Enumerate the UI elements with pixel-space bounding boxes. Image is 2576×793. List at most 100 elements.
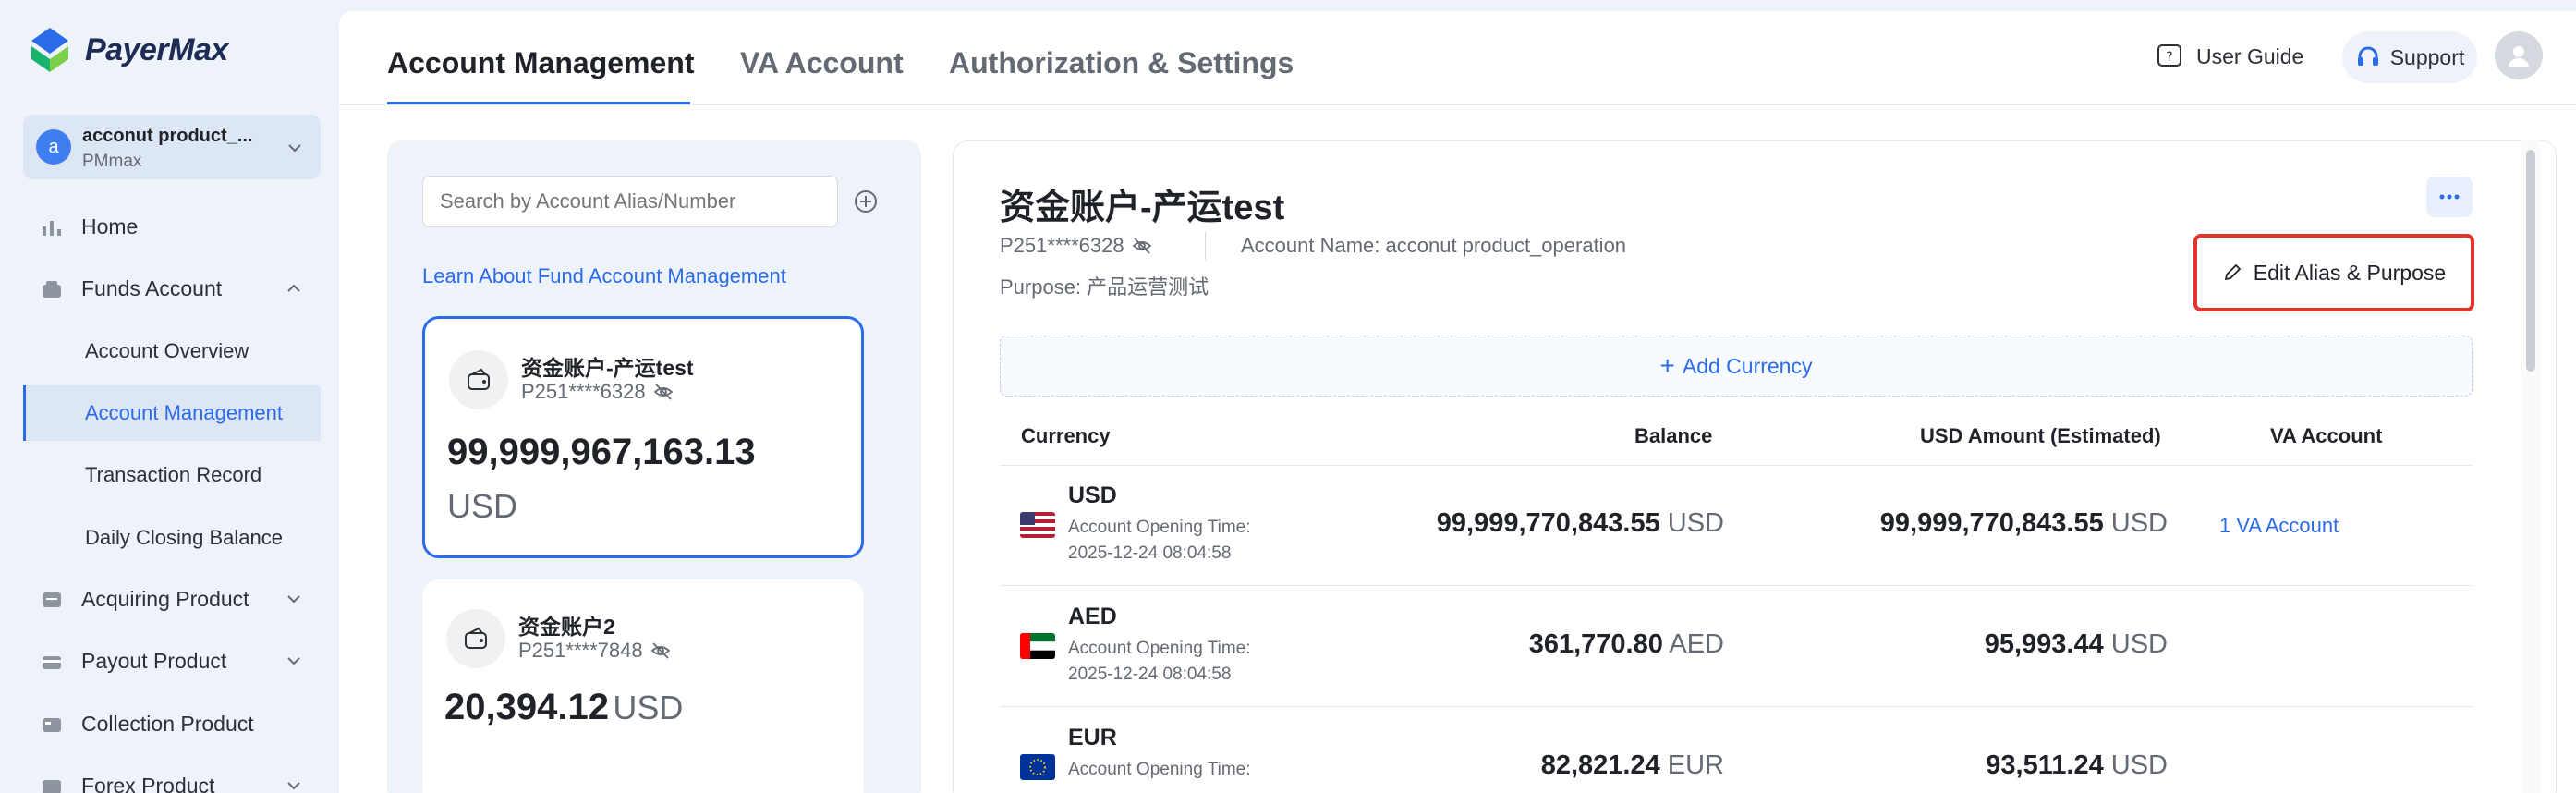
edit-alias-purpose-button[interactable]: Edit Alias & Purpose [2201,241,2467,304]
account-switcher[interactable]: a acconut product_... PMmax [23,115,321,179]
nav-funds-account-label: Funds Account [81,275,223,300]
account-card[interactable]: 资金账户-产运test P251****6328 99,999,967,163.… [422,316,864,558]
card-icon [43,592,61,607]
nav-account-management-label: Account Management [85,401,284,424]
nav-daily-closing-balance[interactable]: Daily Closing Balance [0,510,321,566]
user-guide-link[interactable]: ? User Guide [2156,43,2303,70]
balance-cell: 99,999,770,843.55 USD [1437,508,1724,539]
balance-currency: AED [1669,629,1724,659]
account-avatar: a [36,129,71,165]
svg-text:?: ? [2166,50,2172,65]
nav-funds-account[interactable]: Funds Account [0,261,321,316]
account-card[interactable]: 资金账户2 P251****7848 20,394.12 USD [422,580,864,793]
brand-logo[interactable]: PayerMax [28,26,228,74]
support-button[interactable]: Support [2342,31,2477,83]
nav-home[interactable]: Home [0,199,321,254]
nav-forex-product[interactable]: Forex Product [0,758,321,793]
opening-time-label: Account Opening Time: [1068,760,1251,779]
bar-chart-icon [43,221,61,236]
tab-account-management[interactable]: Account Management [387,46,694,80]
eye-off-icon[interactable] [1132,236,1152,256]
currency-code: AED [1068,604,1117,629]
usd-amount-currency: USD [2110,750,2168,780]
balance-value: 361,770.80 [1528,629,1663,659]
table-row: USD Account Opening Time: 2025-12-24 08:… [1000,466,2473,586]
eye-off-icon[interactable] [650,640,671,661]
currency-code: USD [1068,482,1117,508]
chevron-up-icon [287,284,300,292]
nav-transaction-record[interactable]: Transaction Record [0,447,321,503]
divider [1205,232,1206,260]
scrollbar-thumb[interactable] [2526,150,2535,372]
main-content: Account Management VA Account Authorizat… [339,11,2576,793]
account-card-currency: USD [613,689,684,726]
column-header-va-account: VA Account [2270,424,2383,447]
nav-daily-closing-balance-label: Daily Closing Balance [85,526,283,549]
tab-va-account[interactable]: VA Account [740,46,904,80]
nav-acquiring-product[interactable]: Acquiring Product [0,571,321,627]
learn-fund-account-link[interactable]: Learn About Fund Account Management [422,264,786,288]
more-options-button[interactable] [2426,177,2473,217]
payout-icon [43,656,61,669]
nav-acquiring-product-label: Acquiring Product [81,586,249,611]
nav-forex-product-label: Forex Product [81,773,215,793]
balance-currency: EUR [1667,750,1724,780]
eye-off-icon[interactable] [653,382,674,402]
nav-payout-product[interactable]: Payout Product [0,633,321,689]
column-header-currency: Currency [1021,424,1111,447]
account-search-input[interactable] [422,176,838,227]
add-circle-icon[interactable] [853,189,879,214]
balance-cell: 361,770.80 AED [1529,629,1724,660]
forex-icon [43,780,61,793]
balance-value: 82,821.24 [1540,750,1660,780]
top-bar: Account Management VA Account Authorizat… [339,11,2576,105]
user-icon [2509,46,2529,67]
account-number-text: P251****7848 [518,639,643,662]
support-label: Support [2389,44,2465,69]
usd-amount-cell: 99,999,770,843.55 USD [1880,508,2168,539]
va-account-link[interactable]: 1 VA Account [2219,514,2339,538]
account-card-balance: 20,394.12 [444,687,609,727]
nav-collection-product[interactable]: Collection Product [0,696,321,751]
wallet-icon [446,609,505,668]
edit-alias-highlight: Edit Alias & Purpose [2193,234,2474,311]
active-tab-indicator [387,102,690,104]
usd-amount-value: 95,993.44 [1984,629,2104,659]
uae-flag-icon [1020,633,1055,659]
help-icon: ? [2157,44,2181,67]
account-card-name: 资金账户2 [518,615,615,639]
table-row: AED Account Opening Time: 2025-12-24 08:… [1000,587,2473,707]
nav-account-management[interactable]: Account Management [23,385,321,441]
nav-collection-product-label: Collection Product [81,711,254,736]
us-flag-icon [1020,512,1055,538]
account-detail-name: Account Name: acconut product_operation [1241,234,1627,257]
user-avatar[interactable] [2495,31,2543,79]
payermax-logo-icon [31,28,68,72]
account-list-panel: Learn About Fund Account Management 资金账户… [387,140,921,793]
account-card-number: P251****6328 [521,380,674,404]
table-row: EUR Account Opening Time: 82,821.24 EUR … [1000,708,2473,793]
usd-amount-cell: 95,993.44 USD [1985,629,2168,660]
brand-name: PayerMax [85,31,228,67]
tab-authorization-settings[interactable]: Authorization & Settings [949,46,1294,80]
account-detail-panel: 资金账户-产运test P251****6328 Account Name: a… [953,140,2557,793]
chevron-down-icon [287,657,300,665]
edit-alias-purpose-label: Edit Alias & Purpose [2253,260,2447,285]
account-card-currency: USD [447,487,518,525]
collection-icon [43,718,61,732]
nav-home-label: Home [81,214,139,238]
account-card-number: P251****7848 [518,639,671,663]
balance-value: 99,999,770,843.55 [1436,508,1660,538]
wallet-icon [43,281,61,298]
add-currency-button[interactable]: + Add Currency [1000,336,2473,396]
account-number-text: P251****6328 [521,380,646,403]
nav-account-overview[interactable]: Account Overview [0,323,321,379]
add-currency-label: Add Currency [1682,353,1813,378]
usd-amount-currency: USD [2110,629,2168,659]
account-number-text: P251****6328 [1000,234,1124,257]
opening-time-label: Account Opening Time: [1068,639,1251,658]
usd-amount-value: 99,999,770,843.55 [1879,508,2104,538]
column-header-usd-amount: USD Amount (Estimated) [1920,424,2161,447]
usd-amount-currency: USD [2110,508,2168,538]
sidebar: PayerMax a acconut product_... PMmax Hom… [0,0,339,793]
